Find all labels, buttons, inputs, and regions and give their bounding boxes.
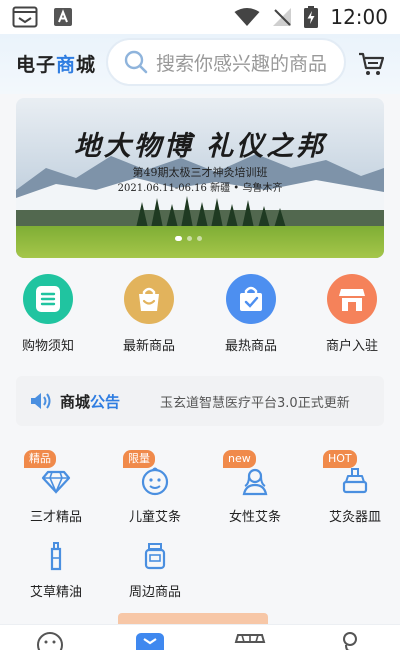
quick-entry-label: 商户入驻 (325, 339, 378, 354)
promo-banner[interactable]: 地大物博 礼仪之邦 第49期太极三才神灸培训班 2021.06.11-06.16… (16, 98, 384, 258)
category-label: 艾灸器皿 (328, 510, 381, 525)
wifi-icon (234, 8, 260, 26)
brand-suffix: 城 (76, 54, 97, 76)
app-header: 电子商城 搜索你感兴趣的商品 (0, 34, 400, 94)
category-mugwort-oil[interactable]: 艾草精油 (6, 525, 106, 600)
announcement-title: 商城公告 (60, 391, 120, 412)
quick-entry-shopping-guide[interactable]: 购物须知 (8, 270, 88, 354)
jar-icon (144, 543, 166, 570)
no-signal-icon (273, 8, 292, 26)
search-icon (124, 50, 148, 74)
moxa-vessel-icon (342, 468, 368, 494)
category-women-moxa[interactable]: new 女性艾条 (205, 450, 305, 525)
category-tag: 精品 (24, 450, 56, 468)
battery-charging-icon (304, 6, 319, 28)
tab-home-icon[interactable] (34, 629, 66, 650)
diamond-icon (41, 470, 71, 495)
notification-box-icon (12, 6, 38, 28)
pagination-dot (187, 236, 192, 241)
list-icon (23, 274, 73, 324)
category-moxa-vessels[interactable]: HOT 艾灸器皿 (305, 450, 400, 525)
category-label: 女性艾条 (228, 510, 281, 525)
shopping-bag-icon (124, 274, 174, 324)
quick-entry-merchant-join[interactable]: 商户入驻 (312, 270, 392, 354)
banner-date: 2021.06.11-06.16 新疆 • 乌鲁木齐 (117, 183, 283, 194)
status-time: 12:00 (330, 5, 388, 29)
category-sancai-premium[interactable]: 精品 三才精品 (6, 450, 106, 525)
tab-store-icon[interactable] (234, 629, 266, 650)
announcement-title-accent: 公告 (90, 392, 121, 411)
brand-prefix: 电子 (16, 54, 57, 76)
speaker-icon (31, 393, 51, 409)
hot-bag-icon (226, 274, 276, 324)
app-a-icon (54, 8, 72, 26)
category-children-moxa[interactable]: 限量 儿童艾条 (105, 450, 205, 525)
quick-entry-label: 购物须知 (21, 339, 74, 354)
banner-subtitle: 第49期太极三才神灸培训班 (132, 166, 268, 179)
woman-icon (242, 468, 268, 496)
shop-icon (327, 274, 377, 324)
quick-entry-label: 最新商品 (122, 339, 175, 354)
category-tag: new (223, 450, 256, 468)
brand-logo: 电子商城 (16, 50, 96, 77)
quick-entry-hot-products[interactable]: 最热商品 (211, 270, 291, 354)
bottom-tab-bar (0, 624, 400, 650)
oil-bottle-icon (50, 542, 62, 571)
app-screen: 12:00 电子商城 搜索你感兴趣的商品 地大物博 礼仪之邦 第49期太极三才神… (0, 0, 400, 650)
tab-mall-icon[interactable] (134, 629, 166, 650)
tab-profile-icon[interactable] (334, 629, 366, 650)
category-label: 周边商品 (128, 585, 181, 600)
pagination-dot (197, 236, 202, 241)
child-face-icon (141, 467, 169, 496)
category-tag: 限量 (123, 450, 155, 468)
quick-entry-new-products[interactable]: 最新商品 (109, 270, 189, 354)
category-label: 艾草精油 (29, 585, 82, 600)
search-placeholder: 搜索你感兴趣的商品 (156, 52, 328, 75)
brand-accent: 商 (56, 54, 77, 76)
search-input[interactable]: 搜索你感兴趣的商品 (106, 38, 346, 86)
quick-entry-label: 最热商品 (224, 339, 277, 354)
quick-entry-grid: 购物须知 最新商品 最热商品 商户入驻 (0, 270, 400, 360)
category-label: 儿童艾条 (128, 510, 181, 525)
category-tag: HOT (323, 450, 357, 468)
pagination-dot (175, 236, 182, 241)
banner-pagination (175, 236, 202, 241)
cart-icon[interactable] (358, 52, 384, 76)
announcement-bar[interactable]: 商城公告 玉玄道智慧医疗平台3.0正式更新 (16, 376, 384, 426)
announcement-title-prefix: 商城 (60, 392, 91, 411)
category-peripheral-goods[interactable]: 周边商品 (105, 525, 205, 600)
category-label: 三才精品 (29, 510, 82, 525)
status-bar: 12:00 (0, 0, 400, 34)
banner-title: 地大物博 礼仪之邦 (73, 131, 327, 162)
announcement-text: 玉玄道智慧医疗平台3.0正式更新 (160, 395, 350, 411)
